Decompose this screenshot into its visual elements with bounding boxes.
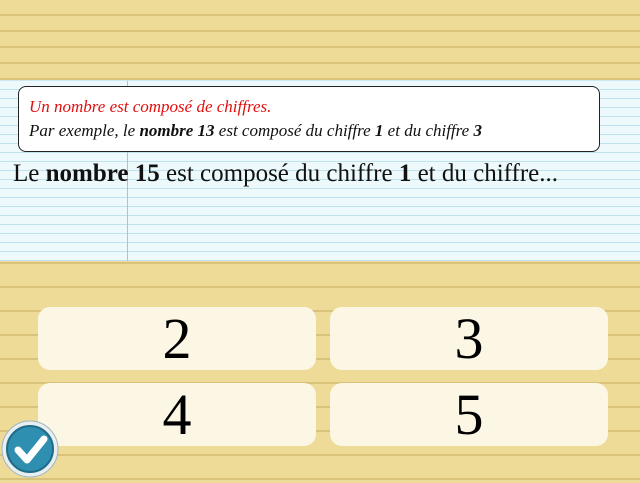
hint-bold-digit: 3: [473, 121, 482, 140]
check-button[interactable]: [1, 420, 59, 478]
answer-button-3[interactable]: 3: [330, 306, 608, 371]
top-paper-band: [0, 0, 640, 80]
hint-text: est composé du chiffre: [214, 121, 375, 140]
hint-text: et du chiffre: [383, 121, 474, 140]
checkmark-icon: [1, 420, 59, 478]
question-bold-digit: 1: [398, 160, 412, 187]
question-part: et du chiffre...: [411, 160, 559, 187]
answer-button-4[interactable]: 4: [38, 382, 316, 447]
hint-bold-number: nombre 13: [139, 121, 215, 140]
hint-line-1: Un nombre est composé de chiffres.: [29, 97, 272, 116]
question-text: Le nombre 15 est composé du chiffre 1 et…: [13, 158, 573, 190]
hint-text: Par exemple, le: [29, 121, 140, 140]
hint-box: Un nombre est composé de chiffres. Par e…: [18, 86, 600, 152]
question-part: Le: [13, 160, 46, 187]
answer-button-2[interactable]: 2: [38, 306, 316, 371]
hint-line-2: Par exemple, le nombre 13 est composé du…: [29, 119, 589, 143]
question-bold-number: nombre 15: [45, 160, 160, 187]
question-part: est composé du chiffre: [159, 160, 399, 187]
question-notebook-area: Un nombre est composé de chiffres. Par e…: [0, 80, 640, 261]
answer-button-5[interactable]: 5: [330, 382, 608, 447]
